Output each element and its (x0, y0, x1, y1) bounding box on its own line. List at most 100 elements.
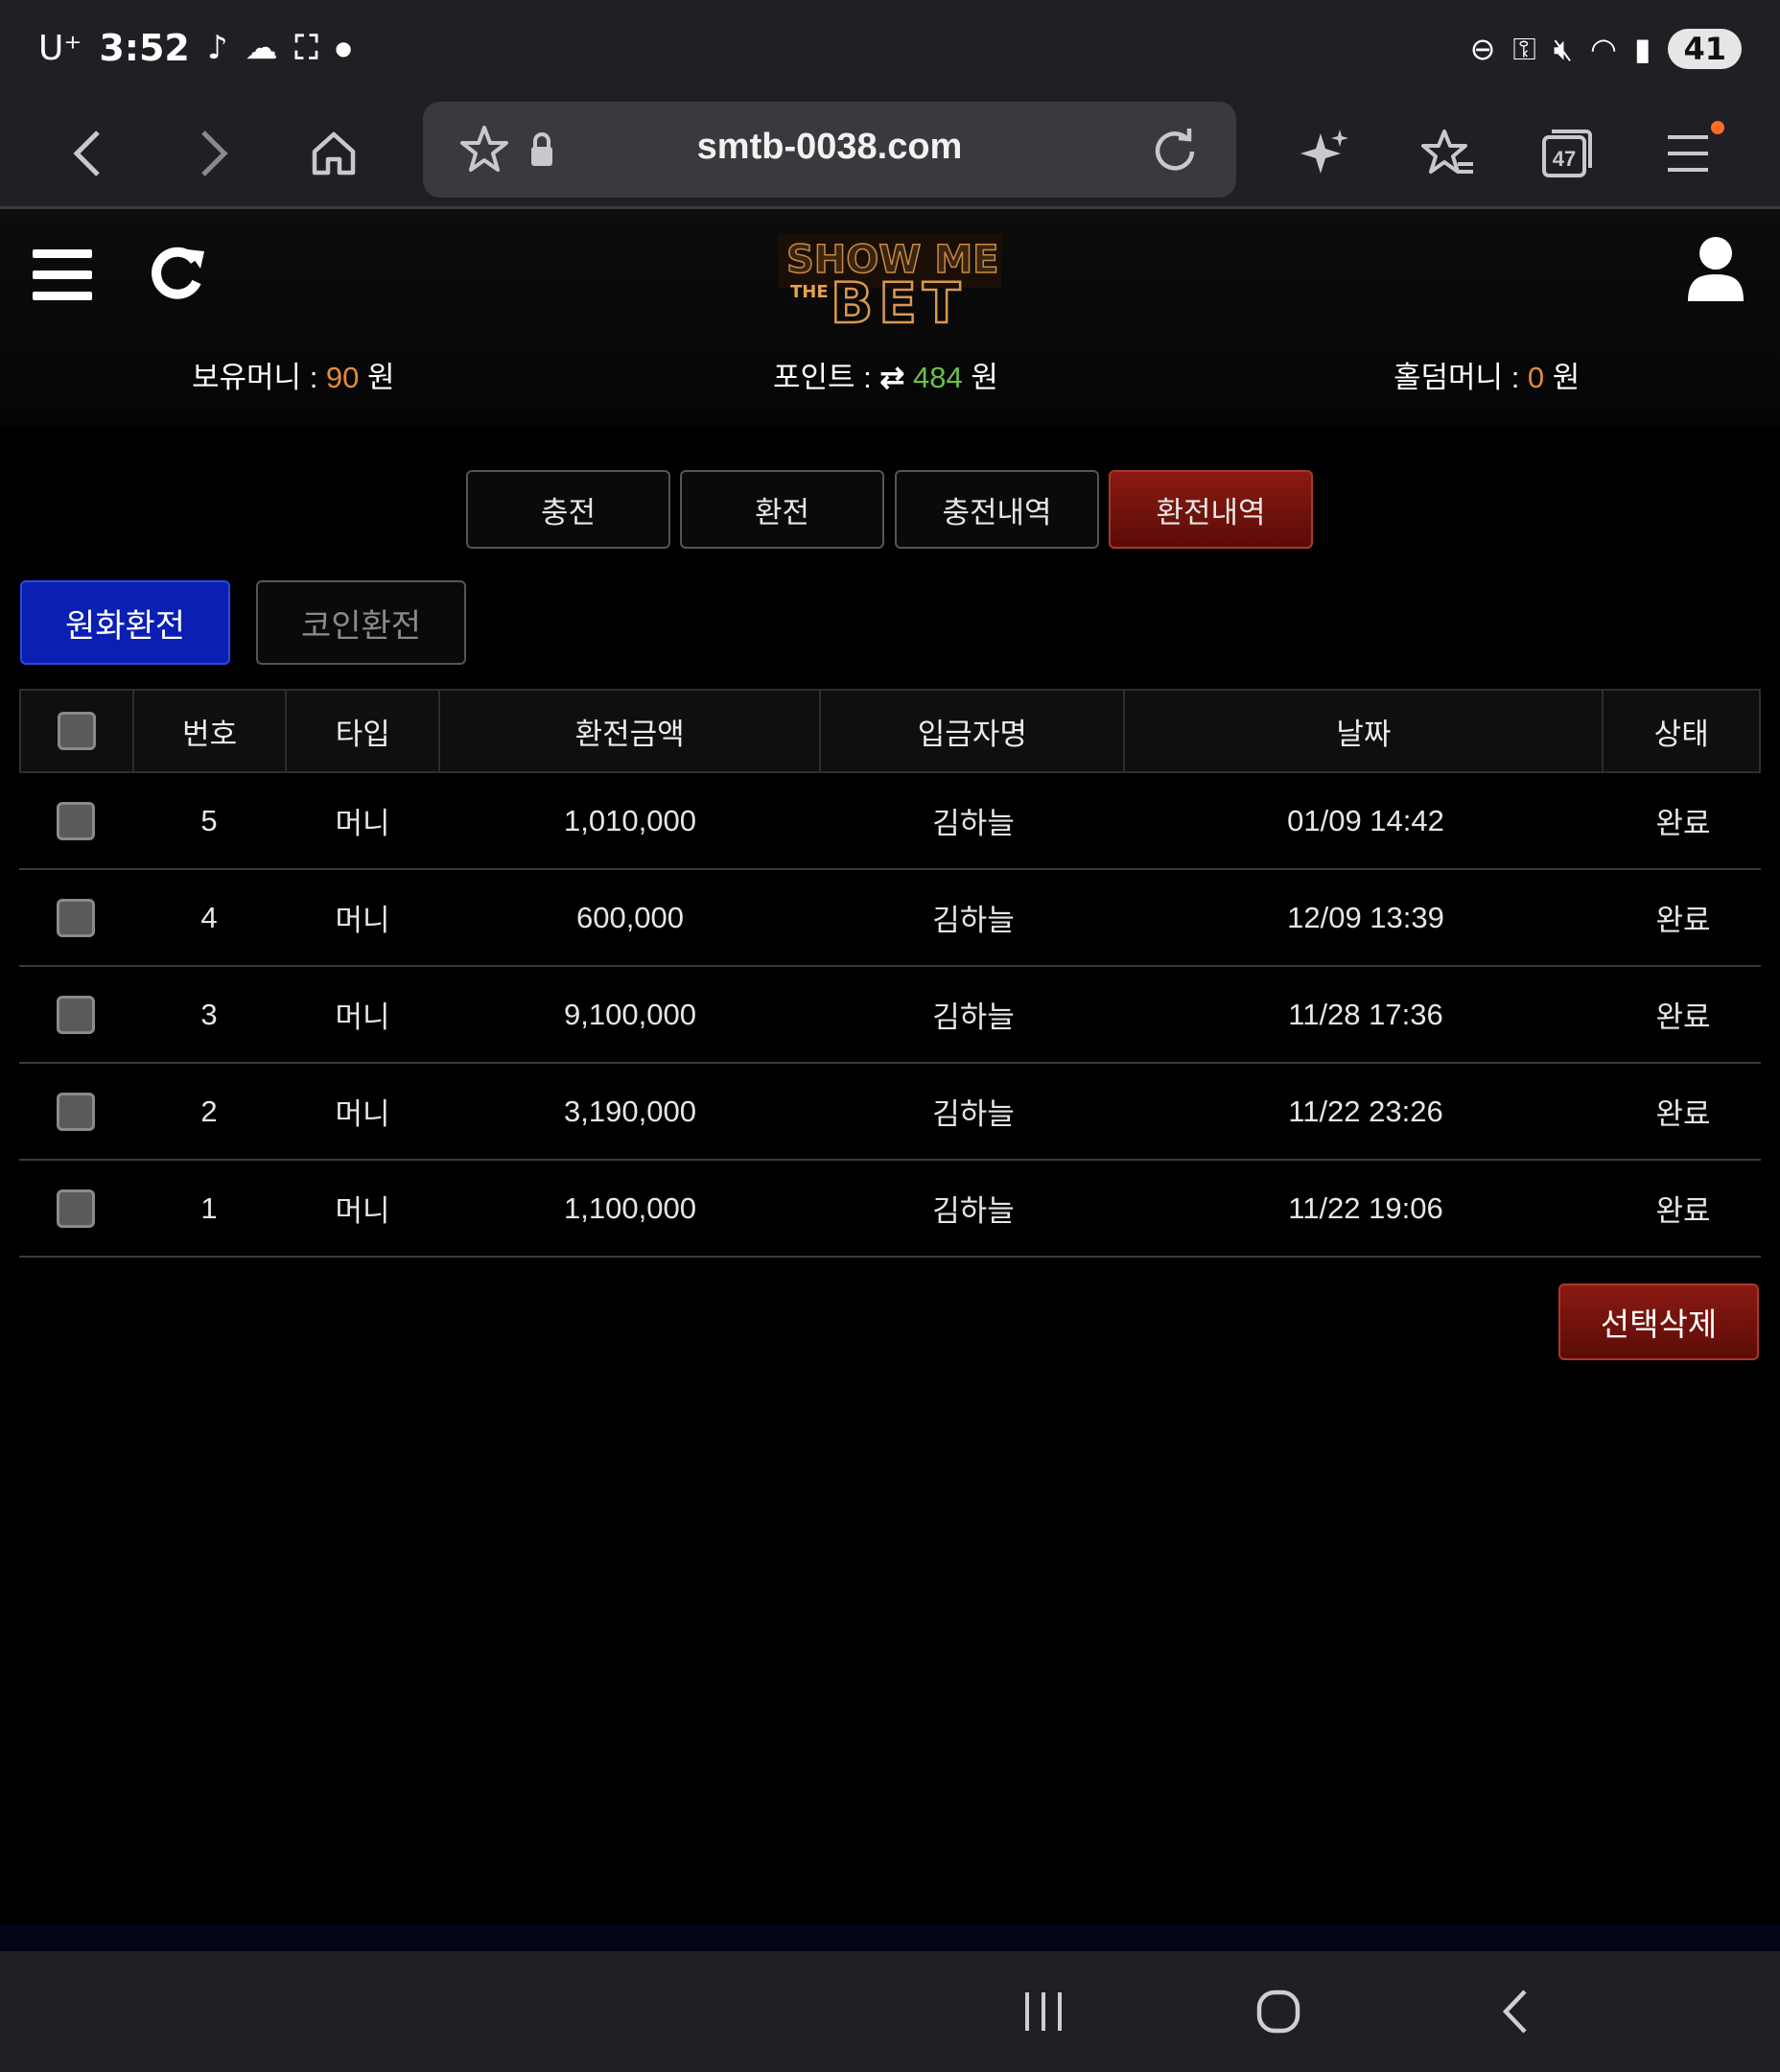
row-checkbox[interactable] (57, 898, 95, 937)
row-type: 머니 (335, 1097, 390, 1131)
row-checkbox[interactable] (57, 1092, 95, 1131)
ai-sparkle-icon[interactable] (1297, 125, 1354, 182)
row-type: 머니 (335, 1194, 390, 1228)
row-checkbox[interactable] (57, 801, 95, 840)
status-bar: U⁺ 3:52 ♪ ☁ ⛶ ● ⊖ ⚿ 🔇︎ ◠ ▮ 41 (0, 0, 1780, 102)
battery-indicator: 41 (1668, 29, 1742, 69)
row-amount: 600,000 (575, 900, 685, 934)
header-depositor: 입금자명 (821, 691, 1126, 771)
tab-count: 47 (1553, 147, 1576, 171)
point-convert-icon[interactable]: ⇄ (879, 361, 913, 394)
wifi-icon: ◠ (1589, 31, 1617, 67)
holdem-label: 홀덤머니 : (1394, 361, 1528, 394)
money-balance: 보유머니 : 90 원 (192, 353, 395, 396)
row-type: 머니 (335, 1001, 390, 1034)
subtab-coin-exchange[interactable]: 코인환전 (256, 580, 466, 665)
url-text: smtb-0038.com (696, 127, 963, 167)
exchange-history-table: 번호 타입 환전금액 입금자명 날짜 상태 5 머니 1,010,000 김하늘… (19, 689, 1761, 1258)
row-date: 11/28 17:36 (1288, 997, 1443, 1031)
row-depositor: 김하늘 (932, 1001, 1015, 1034)
row-status: 완료 (1655, 807, 1711, 840)
header-amount: 환전금액 (440, 691, 822, 771)
delete-selected-button[interactable]: 선택삭제 (1558, 1283, 1759, 1360)
row-date: 12/09 13:39 (1287, 900, 1444, 934)
row-status: 완료 (1655, 1097, 1711, 1131)
header-type: 타입 (287, 691, 441, 771)
signal-icon: ▮ (1633, 31, 1651, 67)
tab-exchange[interactable]: 환전 (680, 470, 884, 549)
table-row: 2 머니 3,190,000 김하늘 11/22 23:26 완료 (19, 1064, 1761, 1161)
row-checkbox[interactable] (57, 1189, 95, 1228)
tab-charge[interactable]: 충전 (466, 470, 670, 549)
table-row: 4 머니 600,000 김하늘 12/09 13:39 완료 (19, 870, 1761, 967)
home-icon[interactable] (305, 125, 363, 182)
row-number: 3 (200, 997, 218, 1031)
row-status: 완료 (1655, 1194, 1711, 1228)
logo-bet-text: BET (831, 271, 966, 326)
logo-the-text: THE (790, 282, 829, 302)
header-number: 번호 (134, 691, 288, 771)
mute-icon: 🔇︎ (1553, 30, 1573, 67)
row-date: 01/09 14:42 (1287, 803, 1444, 837)
vpn-key-icon: ⚿ (1512, 30, 1536, 67)
refresh-icon[interactable] (149, 244, 208, 318)
select-all-checkbox[interactable] (57, 712, 96, 750)
back-icon[interactable] (59, 125, 117, 182)
reload-icon[interactable] (1146, 121, 1204, 178)
point-value: 484 (913, 361, 963, 394)
money-label: 보유머니 : (192, 361, 326, 394)
table-row: 1 머니 1,100,000 김하늘 11/22 19:06 완료 (19, 1161, 1761, 1258)
tab-exchange-history[interactable]: 환전내역 (1109, 470, 1313, 549)
notification-dot-icon: ● (335, 36, 352, 59)
dnd-icon: ⊖ (1469, 31, 1496, 67)
row-number: 1 (200, 1190, 218, 1225)
carrier-label: U⁺ (38, 28, 82, 68)
footer-strip (0, 1924, 1780, 1951)
user-icon[interactable] (1686, 236, 1745, 303)
system-nav-bar (0, 1951, 1780, 2072)
bookmarks-icon[interactable] (1419, 125, 1477, 182)
row-depositor: 김하늘 (932, 1194, 1015, 1228)
row-amount: 1,010,000 (564, 803, 696, 837)
header-status: 상태 (1653, 717, 1709, 752)
holdem-unit: 원 (1544, 361, 1581, 394)
subtab-krw-exchange[interactable]: 원화환전 (20, 580, 230, 665)
row-depositor: 김하늘 (932, 904, 1015, 937)
holdem-balance: 홀덤머니 : 0 원 (1394, 353, 1580, 396)
point-unit: 원 (962, 361, 998, 394)
row-number: 4 (200, 900, 218, 934)
site-header: SHOW ME THE BET 보유머니 : 90 원 포인트 : ⇄ 484 … (0, 209, 1780, 425)
forward-icon[interactable] (184, 125, 242, 182)
table-header: 번호 타입 환전금액 입금자명 날짜 상태 (19, 689, 1761, 773)
row-amount: 1,100,000 (564, 1190, 696, 1225)
row-depositor: 김하늘 (932, 807, 1015, 840)
tabs-icon[interactable]: 47 (1538, 125, 1596, 182)
table-row: 5 머니 1,010,000 김하늘 01/09 14:42 완료 (19, 773, 1761, 870)
row-type: 머니 (335, 904, 390, 937)
table-row: 3 머니 9,100,000 김하늘 11/28 17:36 완료 (19, 967, 1761, 1064)
money-unit: 원 (359, 361, 395, 394)
tab-charge-history[interactable]: 충전내역 (895, 470, 1099, 549)
cloud-icon: ☁ (245, 29, 278, 67)
row-status: 완료 (1655, 904, 1711, 937)
money-value: 90 (325, 361, 360, 394)
update-badge (1711, 121, 1724, 134)
holdem-value: 0 (1527, 361, 1545, 394)
address-bar[interactable]: smtb-0038.com (423, 102, 1236, 198)
back-nav-icon[interactable] (1477, 1980, 1554, 2043)
menu-icon[interactable] (33, 249, 92, 301)
recents-icon[interactable] (1005, 1980, 1082, 2043)
row-number: 2 (200, 1094, 218, 1128)
row-checkbox[interactable] (57, 995, 95, 1034)
row-type: 머니 (335, 807, 390, 840)
screenshot-icon: ⛶ (294, 29, 318, 67)
row-amount: 3,190,000 (564, 1094, 696, 1128)
header-date: 날짜 (1125, 691, 1604, 771)
browser-toolbar: smtb-0038.com 47 (0, 102, 1780, 209)
site-logo[interactable]: SHOW ME THE BET (777, 230, 1003, 337)
point-balance: 포인트 : ⇄ 484 원 (773, 353, 998, 396)
browser-menu-icon[interactable] (1659, 121, 1724, 182)
home-nav-icon[interactable] (1240, 1980, 1317, 2043)
row-depositor: 김하늘 (932, 1097, 1015, 1131)
row-date: 11/22 19:06 (1288, 1190, 1443, 1225)
